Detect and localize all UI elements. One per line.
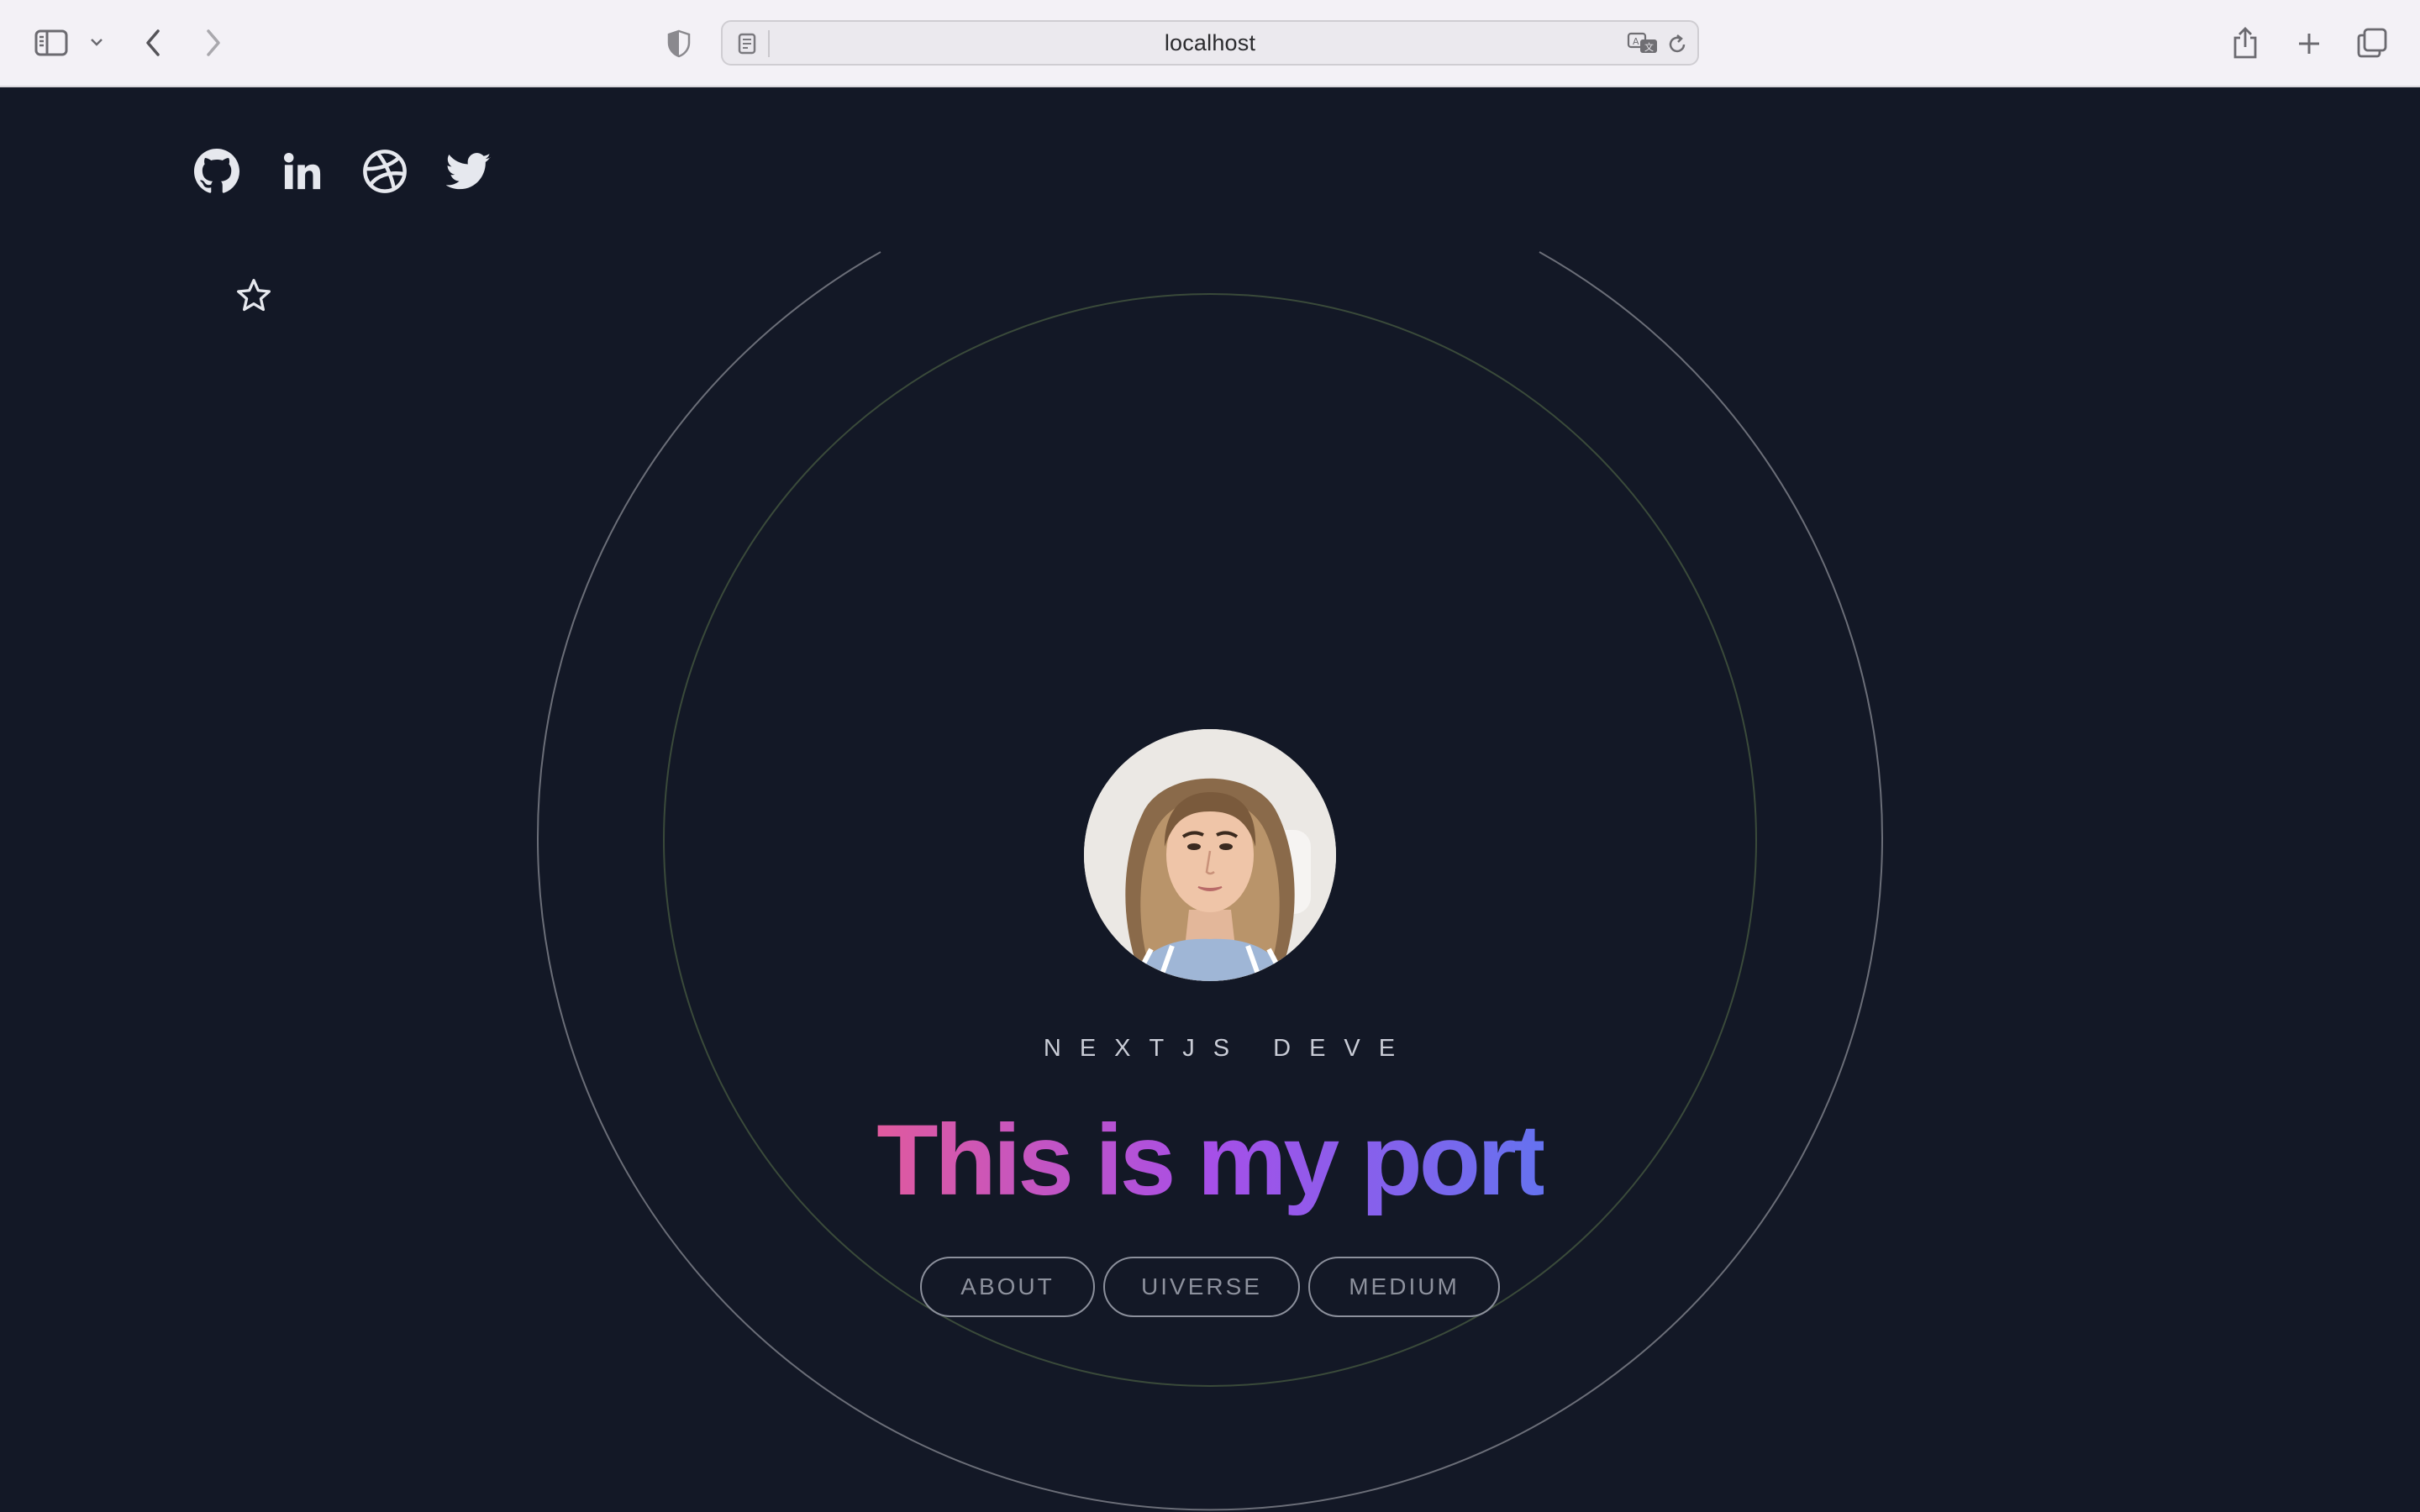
forward-chevron-icon[interactable] <box>198 25 229 60</box>
medium-button[interactable]: MEDIUM <box>1308 1257 1500 1317</box>
linkedin-icon <box>283 152 321 190</box>
browser-toolbar: localhost A 文 <box>0 0 2420 87</box>
portfolio-page: NEXTJS DEVE This is my port ABOUT UIVERS… <box>0 87 2420 1512</box>
share-icon[interactable] <box>2228 24 2262 62</box>
hero-headline: This is my port <box>0 1097 2420 1223</box>
svg-text:文: 文 <box>1644 41 1654 53</box>
tab-overview-icon[interactable] <box>2354 25 2390 60</box>
hero-headline-text: This is my port <box>876 1104 1546 1216</box>
dribbble-link[interactable] <box>360 146 410 197</box>
address-bar[interactable]: localhost A 文 <box>721 20 1699 66</box>
svg-text:A: A <box>1633 36 1639 47</box>
github-link[interactable] <box>192 146 242 197</box>
translate-icon[interactable]: A 文 <box>1625 30 1662 57</box>
star-icon[interactable] <box>235 277 272 314</box>
twitter-link[interactable] <box>444 146 494 197</box>
linkedin-link[interactable] <box>277 146 328 197</box>
about-button[interactable]: ABOUT <box>920 1257 1095 1317</box>
avatar <box>1084 729 1336 981</box>
sidebar-toggle-icon[interactable] <box>32 25 71 60</box>
url-text[interactable]: localhost <box>723 22 1697 64</box>
plus-icon[interactable] <box>2292 27 2326 60</box>
uiverse-button[interactable]: UIVERSE <box>1103 1257 1300 1317</box>
reload-icon[interactable] <box>1664 31 1691 58</box>
github-icon <box>194 149 239 193</box>
shield-icon[interactable] <box>664 27 694 60</box>
chevron-down-icon[interactable] <box>87 32 106 52</box>
dribbble-icon <box>363 150 407 193</box>
hero-buttons: ABOUT UIVERSE MEDIUM <box>0 1257 2420 1317</box>
back-chevron-icon[interactable] <box>138 25 168 60</box>
twitter-icon <box>446 153 492 190</box>
hero-subtitle: NEXTJS DEVE <box>1043 1035 1414 1062</box>
